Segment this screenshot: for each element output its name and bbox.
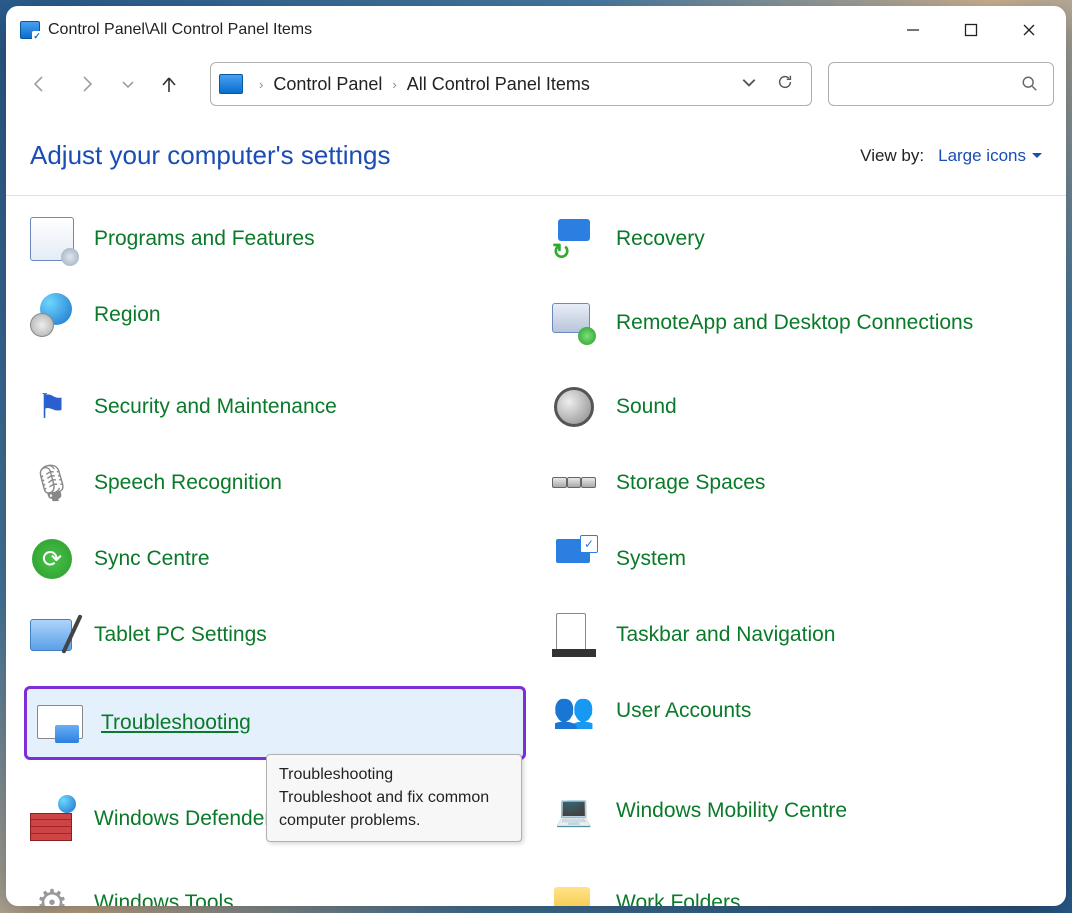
- page-title: Adjust your computer's settings: [30, 140, 390, 171]
- cp-breadcrumb-icon: [219, 74, 243, 94]
- item-troubleshooting[interactable]: Troubleshooting: [24, 686, 526, 760]
- viewby-label: View by:: [860, 146, 924, 166]
- item-tablet-pc-settings[interactable]: Tablet PC Settings: [24, 610, 526, 660]
- item-label: Sound: [616, 394, 677, 420]
- titlebar: Control Panel\All Control Panel Items: [6, 6, 1066, 54]
- firewall-icon: [30, 797, 74, 841]
- tooltip: Troubleshooting Troubleshoot and fix com…: [266, 754, 522, 842]
- item-recovery[interactable]: Recovery: [546, 214, 1048, 264]
- item-label: Region: [94, 302, 161, 328]
- item-work-folders[interactable]: Work Folders: [546, 878, 1048, 906]
- tooltip-title: Troubleshooting: [279, 763, 509, 786]
- tablet-pen-icon: [30, 613, 74, 657]
- item-sync-centre[interactable]: ⟳ Sync Centre: [24, 534, 526, 584]
- item-label: Windows Tools: [94, 890, 234, 906]
- item-programs-and-features[interactable]: Programs and Features: [24, 214, 526, 264]
- item-label: Tablet PC Settings: [94, 622, 267, 648]
- item-label: Sync Centre: [94, 546, 210, 572]
- item-label: Recovery: [616, 226, 705, 252]
- item-label: Programs and Features: [94, 226, 315, 252]
- item-label: Windows Mobility Centre: [616, 798, 847, 824]
- recovery-icon: [552, 217, 596, 261]
- remoteapp-icon: [552, 301, 596, 345]
- taskbar-icon: [552, 613, 596, 657]
- microphone-icon: 🎙: [30, 461, 74, 505]
- tooltip-body: Troubleshoot and fix common computer pro…: [279, 786, 509, 832]
- folder-icon: [552, 881, 596, 906]
- drives-icon: [552, 461, 596, 505]
- users-icon: 👥: [552, 689, 596, 733]
- up-button[interactable]: [148, 63, 190, 105]
- item-storage-spaces[interactable]: Storage Spaces: [546, 458, 1048, 508]
- view-by-control: View by: Large icons: [860, 146, 1042, 166]
- item-label: Security and Maintenance: [94, 394, 337, 420]
- item-remoteapp[interactable]: RemoteApp and Desktop Connections: [546, 290, 1048, 356]
- recent-locations-button[interactable]: [114, 63, 142, 105]
- viewby-dropdown[interactable]: Large icons: [938, 146, 1042, 166]
- item-region[interactable]: Region: [24, 290, 526, 340]
- item-label: User Accounts: [616, 698, 751, 724]
- control-panel-window: Control Panel\All Control Panel Items: [6, 6, 1066, 906]
- maximize-button[interactable]: [942, 8, 1000, 52]
- chevron-icon[interactable]: ›: [382, 77, 406, 92]
- item-taskbar-navigation[interactable]: Taskbar and Navigation: [546, 610, 1048, 660]
- troubleshooting-icon: [37, 701, 81, 745]
- control-panel-icon: [20, 21, 40, 39]
- item-windows-tools[interactable]: ⚙ Windows Tools: [24, 878, 526, 906]
- content-header: Adjust your computer's settings View by:…: [6, 114, 1066, 196]
- item-label: Taskbar and Navigation: [616, 622, 835, 648]
- window-title: Control Panel\All Control Panel Items: [48, 21, 312, 39]
- monitor-check-icon: [552, 537, 596, 581]
- programs-icon: [30, 217, 74, 261]
- item-label: RemoteApp and Desktop Connections: [616, 310, 973, 336]
- address-history-button[interactable]: [731, 74, 767, 95]
- nav-row: › Control Panel › All Control Panel Item…: [6, 54, 1066, 114]
- search-input[interactable]: [828, 62, 1054, 106]
- region-icon: [30, 293, 74, 337]
- item-label: Troubleshooting: [101, 710, 251, 736]
- speaker-icon: [552, 385, 596, 429]
- mobility-icon: 💻: [552, 789, 596, 833]
- item-sound[interactable]: Sound: [546, 382, 1048, 432]
- item-label: Storage Spaces: [616, 470, 765, 496]
- breadcrumb-page[interactable]: All Control Panel Items: [407, 74, 590, 95]
- refresh-button[interactable]: [767, 73, 803, 96]
- item-label: Work Folders: [616, 890, 740, 906]
- chevron-icon[interactable]: ›: [249, 77, 273, 92]
- item-windows-mobility-centre[interactable]: 💻 Windows Mobility Centre: [546, 786, 1048, 836]
- sync-icon: ⟳: [30, 537, 74, 581]
- back-button[interactable]: [18, 63, 60, 105]
- items-grid[interactable]: Programs and Features Recovery Region Re…: [6, 196, 1066, 906]
- search-icon: [1021, 75, 1039, 93]
- close-button[interactable]: [1000, 8, 1058, 52]
- item-label: System: [616, 546, 686, 572]
- breadcrumb-root[interactable]: Control Panel: [273, 74, 382, 95]
- minimize-button[interactable]: [884, 8, 942, 52]
- gear-icon: ⚙: [30, 881, 74, 906]
- address-bar[interactable]: › Control Panel › All Control Panel Item…: [210, 62, 812, 106]
- item-label: Speech Recognition: [94, 470, 282, 496]
- forward-button[interactable]: [66, 63, 108, 105]
- flag-icon: ⚑: [30, 385, 74, 429]
- item-security-maintenance[interactable]: ⚑ Security and Maintenance: [24, 382, 526, 432]
- item-speech-recognition[interactable]: 🎙 Speech Recognition: [24, 458, 526, 508]
- item-user-accounts[interactable]: 👥 User Accounts: [546, 686, 1048, 736]
- item-system[interactable]: System: [546, 534, 1048, 584]
